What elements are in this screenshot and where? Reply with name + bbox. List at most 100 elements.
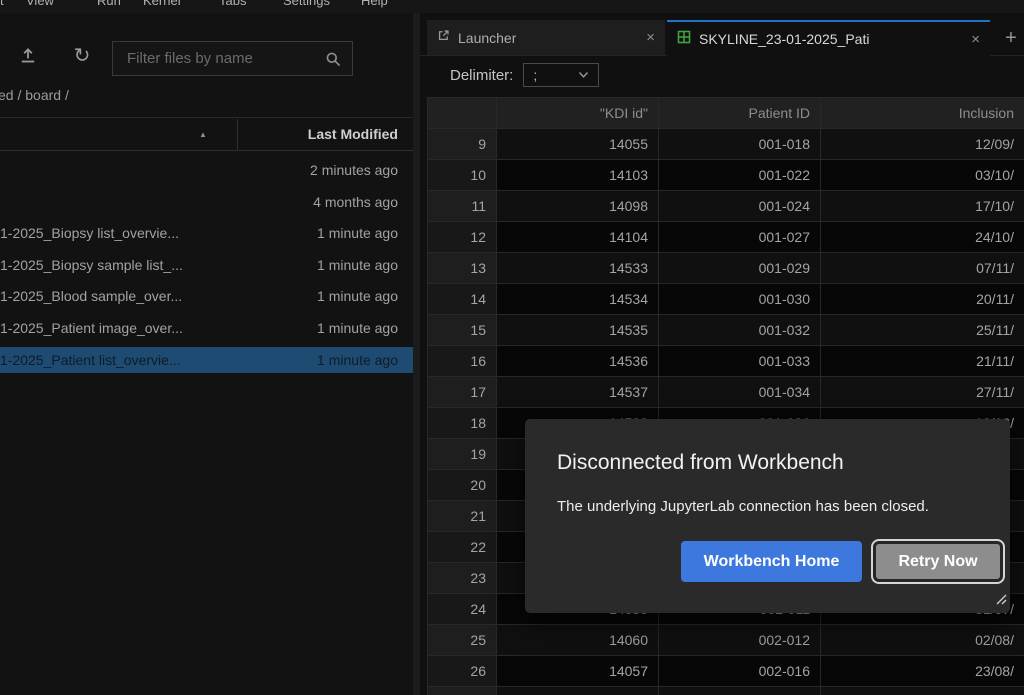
table-row-partial [427, 686, 1024, 695]
row-index: 25 [427, 624, 497, 656]
cell-inclusion[interactable]: 17/10/ [820, 190, 1024, 222]
file-name: 1-2025_Patient list_overvie... [0, 351, 181, 368]
cell-inclusion[interactable]: 23/08/ [820, 655, 1024, 687]
close-icon[interactable]: × [646, 29, 655, 46]
file-modified: 1 minute ago [317, 256, 398, 273]
file-row[interactable]: 4 months ago [0, 189, 413, 215]
delimiter-value: ; [533, 67, 538, 83]
row-index: 19 [427, 438, 497, 470]
dialog-message: The underlying JupyterLab connection has… [557, 498, 929, 515]
file-modified: 4 months ago [313, 193, 398, 210]
cell-patient[interactable]: 001-029 [658, 252, 821, 284]
file-browser-panel: ↻ ed / board / ▲ Last Modified 2 minutes… [0, 13, 413, 695]
cell-patient[interactable]: 001-034 [658, 376, 821, 408]
file-list: 2 minutes ago 4 months ago 1-2025_Biopsy… [0, 157, 413, 378]
cell-kdi[interactable]: 14536 [496, 345, 659, 377]
resize-handle-icon[interactable] [995, 592, 1007, 610]
file-modified: 1 minute ago [317, 319, 398, 336]
cell-inclusion[interactable]: 27/11/ [820, 376, 1024, 408]
breadcrumb[interactable]: ed / board / [0, 87, 69, 103]
panel-divider[interactable] [413, 13, 420, 695]
cell-patient[interactable]: 001-032 [658, 314, 821, 346]
csv-grid-icon [677, 30, 691, 49]
tab-launcher[interactable]: Launcher × [427, 20, 665, 55]
row-index: 18 [427, 407, 497, 439]
cell-patient[interactable]: 001-030 [658, 283, 821, 315]
file-row[interactable]: 2 minutes ago [0, 157, 413, 183]
menu-item-settings[interactable]: Settings [283, 0, 330, 8]
cell-inclusion[interactable]: 20/11/ [820, 283, 1024, 315]
file-filter-input[interactable] [113, 42, 352, 75]
menu-item-edit-fragment[interactable]: t [0, 0, 4, 8]
file-row-selected[interactable]: 1-2025_Patient list_overvie... 1 minute … [0, 346, 413, 373]
cell-kdi[interactable]: 14534 [496, 283, 659, 315]
cell-kdi[interactable]: 14098 [496, 190, 659, 222]
file-list-header[interactable]: ▲ Last Modified [0, 117, 413, 151]
tab-bar: Launcher × SKYLINE_23-01-2025_Pati × + [420, 20, 1024, 56]
file-row[interactable]: 1-2025_Biopsy list_overvie... 1 minute a… [0, 220, 413, 246]
workbench-home-button[interactable]: Workbench Home [681, 541, 862, 582]
row-index: 24 [427, 593, 497, 625]
cell-patient[interactable]: 002-016 [658, 655, 821, 687]
file-row[interactable]: 1-2025_Biopsy sample list_... 1 minute a… [0, 252, 413, 278]
refresh-icon[interactable]: ↻ [70, 40, 94, 70]
kdi-column-header: "KDI id" [496, 97, 659, 129]
cell-kdi[interactable]: 14533 [496, 252, 659, 284]
retry-now-button[interactable]: Retry Now [873, 541, 1003, 582]
file-name: 1-2025_Biopsy list_overvie... [0, 225, 179, 242]
row-index: 9 [427, 128, 497, 160]
table-row: 10 14103 001-022 03/10/ [427, 159, 1024, 191]
file-modified: 1 minute ago [317, 225, 398, 242]
cell-inclusion[interactable]: 25/11/ [820, 314, 1024, 346]
menu-item-view[interactable]: View [26, 0, 54, 8]
delimiter-dropdown[interactable]: ; [523, 63, 600, 87]
tab-label: SKYLINE_23-01-2025_Pati [699, 31, 870, 47]
cell-patient[interactable]: 001-018 [658, 128, 821, 160]
table-row: 9 14055 001-018 12/09/ [427, 128, 1024, 160]
row-index: 12 [427, 221, 497, 253]
cell-inclusion[interactable]: 24/10/ [820, 221, 1024, 253]
file-row[interactable]: 1-2025_Blood sample_over... 1 minute ago [0, 283, 413, 309]
delimiter-toolbar: Delimiter: ; [450, 62, 600, 88]
cell-patient[interactable]: 002-012 [658, 624, 821, 656]
search-icon [325, 51, 342, 73]
cell-kdi[interactable]: 14060 [496, 624, 659, 656]
file-name: 1-2025_Blood sample_over... [0, 288, 183, 305]
file-modified: 1 minute ago [317, 351, 398, 368]
menu-item-tabs[interactable]: Tabs [219, 0, 246, 8]
cell-kdi[interactable]: 14103 [496, 159, 659, 191]
row-index: 14 [427, 283, 497, 315]
cell-kdi[interactable]: 14104 [496, 221, 659, 253]
inclusion-column-header: Inclusion [820, 97, 1024, 129]
menu-item-kernel[interactable]: Kernel [143, 0, 181, 8]
cell-patient[interactable]: 001-024 [658, 190, 821, 222]
table-row: 26 14057 002-016 23/08/ [427, 655, 1024, 687]
cell-kdi[interactable]: 14535 [496, 314, 659, 346]
cell-patient[interactable]: 001-022 [658, 159, 821, 191]
cell-kdi[interactable]: 14057 [496, 655, 659, 687]
cell-inclusion[interactable]: 03/10/ [820, 159, 1024, 191]
file-row[interactable]: 1-2025_Patient image_over... 1 minute ag… [0, 315, 413, 341]
menu-item-run[interactable]: Run [97, 0, 121, 8]
row-index: 21 [427, 500, 497, 532]
menu-bar: t View Run Kernel Tabs Settings Help [0, 0, 1024, 13]
menu-item-help[interactable]: Help [361, 0, 388, 8]
tab-csv-active[interactable]: SKYLINE_23-01-2025_Pati × [667, 20, 990, 56]
upload-icon[interactable] [16, 43, 40, 67]
new-tab-button[interactable]: + [998, 24, 1024, 52]
close-icon[interactable]: × [971, 31, 980, 48]
row-index: 15 [427, 314, 497, 346]
cell-inclusion[interactable]: 07/11/ [820, 252, 1024, 284]
cell-kdi[interactable]: 14537 [496, 376, 659, 408]
row-index: 11 [427, 190, 497, 222]
last-modified-header[interactable]: Last Modified [308, 126, 398, 142]
cell-patient[interactable]: 001-033 [658, 345, 821, 377]
cell-inclusion[interactable]: 02/08/ [820, 624, 1024, 656]
cell-inclusion[interactable]: 21/11/ [820, 345, 1024, 377]
cell-kdi[interactable]: 14055 [496, 128, 659, 160]
cell-patient[interactable]: 001-027 [658, 221, 821, 253]
index-column-header [427, 97, 497, 129]
disconnect-dialog: Disconnected from Workbench The underlyi… [525, 419, 1010, 613]
file-name: 1-2025_Patient image_over... [0, 319, 183, 336]
cell-inclusion[interactable]: 12/09/ [820, 128, 1024, 160]
